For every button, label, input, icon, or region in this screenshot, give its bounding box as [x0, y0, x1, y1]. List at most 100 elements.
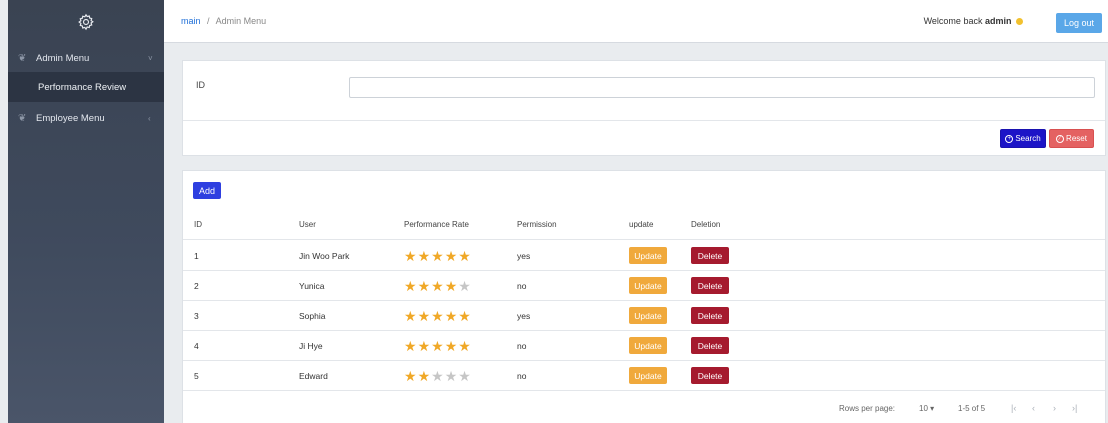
search-panel: ID + Search ⁄ Reset — [182, 60, 1106, 156]
chevron-left-icon: ‹ — [148, 113, 151, 123]
star-filled-icon: ★ — [444, 277, 458, 294]
row-id: 4 — [194, 340, 199, 351]
star-filled-icon: ★ — [431, 277, 444, 294]
star-filled-icon: ★ — [458, 247, 471, 264]
row-permission: yes — [517, 250, 531, 261]
row-performance-rate: ★ ★ ★ ★ ★ — [404, 331, 471, 360]
row-update-cell: Update — [629, 301, 667, 330]
row-user: Yunica — [299, 280, 325, 291]
next-page-icon[interactable]: › — [1053, 403, 1056, 413]
star-rating: ★ ★ ★ ★ ★ — [404, 339, 471, 353]
row-performance-rate: ★ ★ ★ ★ ★ — [404, 301, 471, 330]
leaf-icon: ❦ — [18, 112, 27, 124]
star-filled-icon: ★ — [431, 307, 444, 324]
update-button[interactable]: Update — [629, 307, 667, 324]
row-delete-cell: Delete — [691, 361, 729, 390]
column-header-user: User — [299, 219, 316, 229]
star-filled-icon: ★ — [404, 307, 417, 324]
breadcrumb-main-link[interactable]: main — [181, 16, 201, 26]
table-row: 5 Edward ★ ★ ★ ★ ★ no Update Delete — [183, 361, 1105, 391]
reset-button-label: Reset — [1066, 134, 1087, 143]
update-button[interactable]: Update — [629, 247, 667, 264]
row-delete-cell: Delete — [691, 301, 729, 330]
star-filled-icon: ★ — [444, 247, 458, 264]
rows-per-page-value: 10 — [919, 404, 928, 413]
sidebar-item-admin-menu[interactable]: ❦ Admin Menu ˅ — [8, 44, 164, 72]
row-update-cell: Update — [629, 361, 667, 390]
first-page-icon[interactable]: |‹ — [1011, 403, 1016, 413]
column-header-performance-rate: Performance Rate — [404, 219, 469, 229]
last-page-icon[interactable]: ›| — [1072, 403, 1077, 413]
rows-per-page-label: Rows per page: — [839, 404, 896, 413]
row-delete-cell: Delete — [691, 271, 729, 300]
username: admin — [984, 16, 1012, 26]
chevron-down-icon: ˅ — [148, 53, 153, 63]
star-empty-icon: ★ — [444, 367, 458, 384]
delete-button[interactable]: Delete — [691, 367, 729, 384]
sidebar: ❦ Admin Menu ˅ Performance Review ❦ Empl… — [8, 0, 164, 423]
star-filled-icon: ★ — [404, 337, 417, 354]
row-performance-rate: ★ ★ ★ ★ ★ — [404, 271, 471, 300]
update-button[interactable]: Update — [629, 367, 667, 384]
search-button[interactable]: + Search — [1000, 129, 1046, 148]
delete-button[interactable]: Delete — [691, 337, 729, 354]
column-header-id: ID — [194, 219, 202, 229]
gear-icon — [78, 13, 94, 31]
welcome-message: Welcome back admin — [924, 16, 1023, 26]
search-row: ID — [183, 61, 1105, 121]
table-header: ID User Performance Rate Permission upda… — [183, 209, 1105, 240]
table-row: 4 Ji Hye ★ ★ ★ ★ ★ no Update Delete — [183, 331, 1105, 361]
star-filled-icon: ★ — [417, 367, 431, 384]
star-filled-icon: ★ — [458, 337, 471, 354]
sidebar-item-performance-review[interactable]: Performance Review — [8, 72, 164, 102]
row-user: Edward — [299, 370, 328, 381]
delete-button[interactable]: Delete — [691, 247, 729, 264]
row-performance-rate: ★ ★ ★ ★ ★ — [404, 241, 471, 270]
sidebar-item-employee-menu[interactable]: ❦ Employee Menu ‹ — [8, 104, 164, 132]
star-empty-icon: ★ — [431, 367, 444, 384]
row-permission: no — [517, 280, 527, 291]
star-filled-icon: ★ — [444, 337, 458, 354]
star-filled-icon: ★ — [404, 367, 417, 384]
reset-button[interactable]: ⁄ Reset — [1049, 129, 1094, 148]
star-filled-icon: ★ — [444, 307, 458, 324]
smile-emoji-icon — [1016, 18, 1023, 25]
breadcrumb-current: Admin Menu — [215, 16, 267, 26]
search-button-label: Search — [1015, 134, 1041, 143]
star-filled-icon: ★ — [404, 247, 417, 264]
row-id: 5 — [194, 370, 199, 381]
logout-button[interactable]: Log out — [1056, 13, 1102, 33]
id-label: ID — [196, 80, 205, 90]
column-header-permission: Permission — [517, 219, 557, 229]
sidebar-item-label: Employee Menu — [36, 112, 105, 124]
star-filled-icon: ★ — [417, 337, 431, 354]
pagination-range: 1-5 of 5 — [958, 404, 986, 413]
row-update-cell: Update — [629, 331, 667, 360]
id-search-input[interactable] — [349, 77, 1095, 98]
table-row: 3 Sophia ★ ★ ★ ★ ★ yes Update Delete — [183, 301, 1105, 331]
row-id: 2 — [194, 280, 199, 291]
reset-circle-icon: ⁄ — [1056, 134, 1065, 143]
row-user: Jin Woo Park — [299, 250, 350, 261]
star-filled-icon: ★ — [404, 277, 417, 294]
row-user: Ji Hye — [299, 340, 323, 351]
star-rating: ★ ★ ★ ★ ★ — [404, 369, 471, 383]
row-permission: yes — [517, 310, 531, 321]
rows-per-page-select[interactable]: 10 ▾ — [919, 404, 934, 413]
previous-page-icon[interactable]: ‹ — [1032, 403, 1035, 413]
table-row: 2 Yunica ★ ★ ★ ★ ★ no Update Delete — [183, 271, 1105, 301]
pagination: Rows per page: 10 ▾ 1-5 of 5 |‹ ‹ › ›| — [183, 400, 1105, 420]
star-empty-icon: ★ — [458, 367, 471, 384]
delete-button[interactable]: Delete — [691, 277, 729, 294]
update-button[interactable]: Update — [629, 277, 667, 294]
star-rating: ★ ★ ★ ★ ★ — [404, 279, 471, 293]
update-button[interactable]: Update — [629, 337, 667, 354]
row-permission: no — [517, 340, 527, 351]
row-id: 1 — [194, 250, 199, 261]
add-button[interactable]: Add — [193, 182, 221, 199]
column-header-deletion: Deletion — [691, 219, 721, 229]
star-rating: ★ ★ ★ ★ ★ — [404, 249, 471, 263]
delete-button[interactable]: Delete — [691, 307, 729, 324]
row-delete-cell: Delete — [691, 241, 729, 270]
star-filled-icon: ★ — [417, 307, 431, 324]
